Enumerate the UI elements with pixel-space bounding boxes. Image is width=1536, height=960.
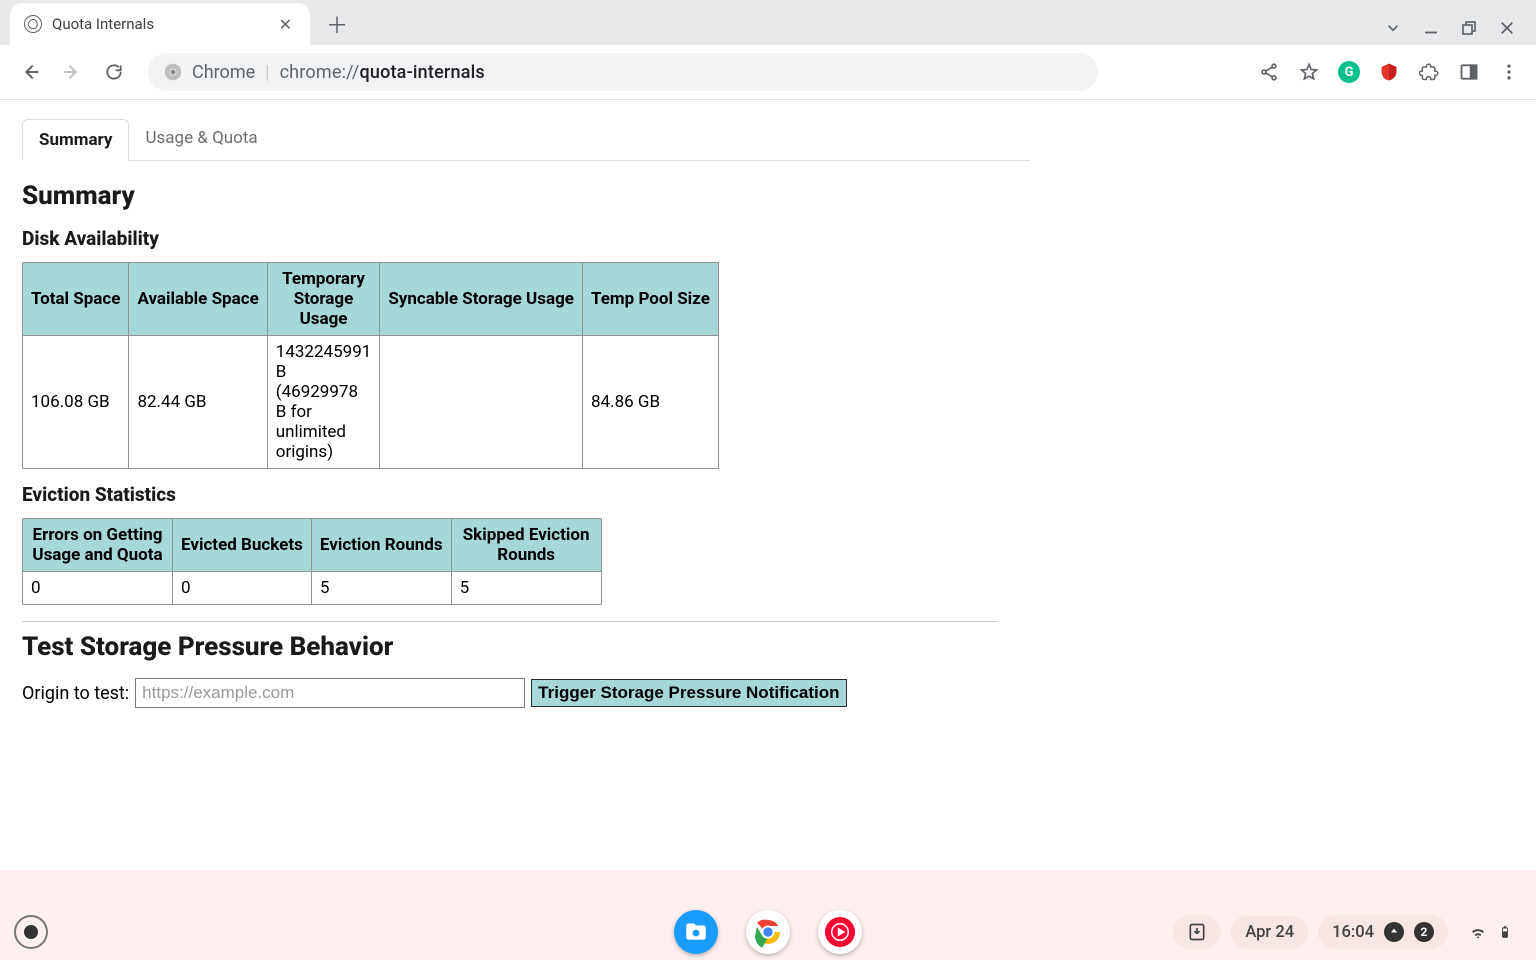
td-evicted-buckets: 0 [173, 572, 312, 605]
omnibox-scheme: chrome:// [280, 62, 360, 83]
youtube-music-app-icon[interactable] [818, 910, 862, 954]
table-row: 0 0 5 5 [23, 572, 602, 605]
td-available-space: 82.44 GB [129, 336, 267, 469]
th-evicted-buckets: Evicted Buckets [173, 519, 312, 572]
th-errors: Errors on Getting Usage and Quota [23, 519, 173, 572]
td-errors: 0 [23, 572, 173, 605]
browser-tabstrip: Quota Internals ✕ ＋ [0, 0, 1536, 45]
globe-icon [24, 15, 42, 33]
omnibox-chip: Chrome [192, 62, 255, 83]
share-icon[interactable] [1258, 61, 1280, 83]
tab-title: Quota Internals [52, 15, 275, 33]
extension-grammarly-icon[interactable]: G [1338, 61, 1360, 83]
tab-summary[interactable]: Summary [22, 119, 129, 161]
trigger-pressure-button[interactable]: Trigger Storage Pressure Notification [531, 679, 846, 707]
page-heading: Summary [22, 181, 1030, 211]
sidepanel-icon[interactable] [1458, 61, 1480, 83]
td-temp-pool-size: 84.86 GB [582, 336, 718, 469]
chrome-app-icon[interactable] [746, 910, 790, 954]
status-tray[interactable]: 16:04 2 [1318, 915, 1448, 949]
forward-button [58, 58, 86, 86]
td-total-space: 106.08 GB [23, 336, 129, 469]
wifi-icon[interactable] [1468, 922, 1488, 942]
bookmark-star-icon[interactable] [1298, 61, 1320, 83]
window-maximize-button[interactable] [1458, 17, 1480, 39]
eviction-stats-heading: Eviction Statistics [22, 483, 1030, 506]
extension-shield-icon[interactable] [1378, 61, 1400, 83]
td-syncable-storage-usage [380, 336, 583, 469]
th-skipped-rounds: Skipped Eviction Rounds [451, 519, 601, 572]
downloads-tray-button[interactable] [1173, 915, 1221, 949]
disk-availability-table: Total Space Available Space Temporary St… [22, 262, 719, 469]
table-header-row: Total Space Available Space Temporary St… [23, 263, 719, 336]
th-available-space: Available Space [129, 263, 267, 336]
new-tab-button[interactable]: ＋ [320, 7, 354, 41]
browser-toolbar: Chrome | chrome://quota-internals G [0, 45, 1536, 100]
th-temp-storage-usage: Temporary Storage Usage [267, 263, 380, 336]
back-button[interactable] [16, 58, 44, 86]
pressure-heading: Test Storage Pressure Behavior [22, 632, 1030, 662]
origin-label: Origin to test: [22, 683, 129, 704]
time-label: 16:04 [1332, 923, 1374, 942]
origin-input[interactable] [135, 678, 525, 708]
window-minimize-button[interactable] [1420, 17, 1442, 39]
reload-button[interactable] [100, 58, 128, 86]
th-temp-pool-size: Temp Pool Size [582, 263, 718, 336]
th-syncable-storage-usage: Syncable Storage Usage [380, 263, 583, 336]
files-app-icon[interactable] [674, 910, 718, 954]
notification-count-badge: 2 [1414, 922, 1434, 942]
tab-search-button[interactable] [1382, 17, 1404, 39]
extensions-icon[interactable] [1418, 61, 1440, 83]
browser-menu-icon[interactable] [1498, 61, 1520, 83]
close-icon[interactable]: ✕ [275, 15, 296, 34]
table-header-row: Errors on Getting Usage and Quota Evicte… [23, 519, 602, 572]
window-close-button[interactable] [1496, 17, 1518, 39]
browser-tab-active[interactable]: Quota Internals ✕ [10, 3, 310, 45]
td-temp-storage-usage: 1432245991 B (46929978 B for unlimited o… [267, 336, 380, 469]
th-eviction-rounds: Eviction Rounds [311, 519, 451, 572]
battery-icon[interactable] [1498, 922, 1512, 942]
tab-usage-quota[interactable]: Usage & Quota [129, 118, 273, 160]
address-bar[interactable]: Chrome | chrome://quota-internals [148, 53, 1098, 91]
date-label[interactable]: Apr 24 [1231, 916, 1308, 949]
divider [22, 621, 997, 622]
page-tablist: Summary Usage & Quota [22, 118, 1030, 161]
eviction-stats-table: Errors on Getting Usage and Quota Evicte… [22, 518, 602, 605]
page-viewport: Summary Usage & Quota Summary Disk Avail… [0, 100, 1536, 870]
omnibox-separator: | [265, 62, 269, 83]
td-skipped-rounds: 5 [451, 572, 601, 605]
omnibox-url: chrome://quota-internals [280, 62, 485, 83]
table-row: 106.08 GB 82.44 GB 1432245991 B (4692997… [23, 336, 719, 469]
disk-availability-heading: Disk Availability [22, 227, 1030, 250]
os-shelf: Apr 24 16:04 2 [0, 904, 1536, 960]
chrome-icon [164, 63, 182, 81]
up-arrow-icon [1384, 922, 1404, 942]
td-eviction-rounds: 5 [311, 572, 451, 605]
launcher-button[interactable] [14, 915, 48, 949]
omnibox-path: quota-internals [359, 62, 484, 83]
th-total-space: Total Space [23, 263, 129, 336]
